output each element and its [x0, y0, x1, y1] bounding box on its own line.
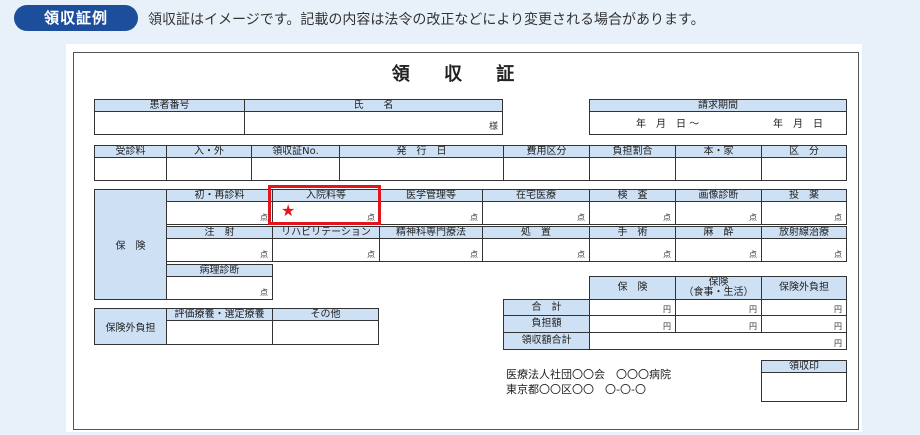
- yen-unit: 円: [834, 322, 842, 331]
- insurance-label: 保 険: [94, 189, 167, 300]
- name-value: 様: [244, 111, 503, 135]
- points-unit: 点: [367, 250, 375, 259]
- medical-management-value: 点: [379, 201, 483, 225]
- treatment-value: 点: [482, 238, 590, 262]
- other-value: [272, 320, 379, 345]
- psychiatric-therapy-value: 点: [379, 238, 483, 262]
- points-unit: 点: [834, 213, 842, 222]
- receipt-stamp-box: [761, 372, 847, 402]
- hospital-address: 東京都〇〇区〇〇 〇-〇-〇: [506, 383, 646, 396]
- initial-revisit-fee-value: 点: [166, 201, 273, 225]
- yen-unit: 円: [749, 305, 757, 314]
- receipt-total-value: 円: [589, 332, 847, 350]
- points-unit: 点: [577, 250, 585, 259]
- non-insurance-label: 保険外負担: [94, 308, 167, 345]
- injection-value: 点: [166, 238, 273, 262]
- points-unit: 点: [260, 213, 268, 222]
- points-unit: 点: [470, 213, 478, 222]
- total-row-label: 合 計: [503, 299, 590, 316]
- burden-insurance-value: 円: [589, 315, 676, 333]
- receipt-title: 領 収 証: [391, 64, 529, 85]
- burden-non-insurance-value: 円: [761, 315, 847, 333]
- receipt-no-value: [251, 157, 340, 181]
- points-unit: 点: [663, 250, 671, 259]
- yen-unit: 円: [749, 322, 757, 331]
- points-unit: 点: [834, 250, 842, 259]
- points-unit: 点: [749, 250, 757, 259]
- sama-suffix: 様: [488, 122, 498, 132]
- imaging-value: 点: [675, 201, 762, 225]
- burden-amount-label: 負担額: [503, 315, 590, 333]
- patient-number-value: [94, 111, 245, 135]
- rehabilitation-value: 点: [272, 238, 380, 262]
- points-unit: 点: [663, 213, 671, 222]
- star-icon: ★: [281, 201, 296, 220]
- period-from: 年 月 日 〜: [636, 119, 700, 130]
- burden-ratio-value: [589, 157, 676, 181]
- points-unit: 点: [749, 213, 757, 222]
- medication-value: 点: [761, 201, 847, 225]
- selective-therapy-value: [166, 320, 273, 345]
- self-family-value: [675, 157, 762, 181]
- total-insurance-value: 円: [589, 299, 676, 316]
- examination-value: 点: [589, 201, 676, 225]
- disclaimer-note: 領収証はイメージです。記載の内容は法令の改正などにより変更される場合があります。: [148, 12, 705, 28]
- yen-unit: 円: [663, 305, 671, 314]
- in-out-value: [166, 157, 252, 181]
- home-care-value: 点: [482, 201, 590, 225]
- cost-category-value: [503, 157, 590, 181]
- yen-unit: 円: [663, 322, 671, 331]
- issue-date-value: [339, 157, 504, 181]
- pathology-value: 点: [166, 276, 273, 300]
- points-unit: 点: [577, 213, 585, 222]
- burden-meal-value: 円: [675, 315, 762, 333]
- yen-unit: 円: [834, 305, 842, 314]
- total-meal-value: 円: [675, 299, 762, 316]
- points-unit: 点: [260, 288, 268, 297]
- totals-insurance-header: 保 険: [589, 276, 676, 300]
- visit-fee-value: [94, 157, 167, 181]
- points-unit: 点: [260, 250, 268, 259]
- period-to: 年 月 日: [773, 119, 823, 130]
- totals-meal-living-header: 保険 （食事・生活）: [675, 276, 762, 300]
- anesthesia-value: 点: [675, 238, 762, 262]
- total-non-insurance-value: 円: [761, 299, 847, 316]
- yen-unit: 円: [834, 339, 842, 348]
- classification-value: [761, 157, 847, 181]
- points-unit: 点: [470, 250, 478, 259]
- receipt-total-label: 領収額合計: [503, 332, 590, 350]
- receipt-example-badge: 領収証例: [14, 5, 138, 31]
- surgery-value: 点: [589, 238, 676, 262]
- totals-non-insurance-header: 保険外負担: [761, 276, 847, 300]
- radiotherapy-value: 点: [761, 238, 847, 262]
- hospital-name: 医療法人社団〇〇会 〇〇〇病院: [506, 368, 671, 381]
